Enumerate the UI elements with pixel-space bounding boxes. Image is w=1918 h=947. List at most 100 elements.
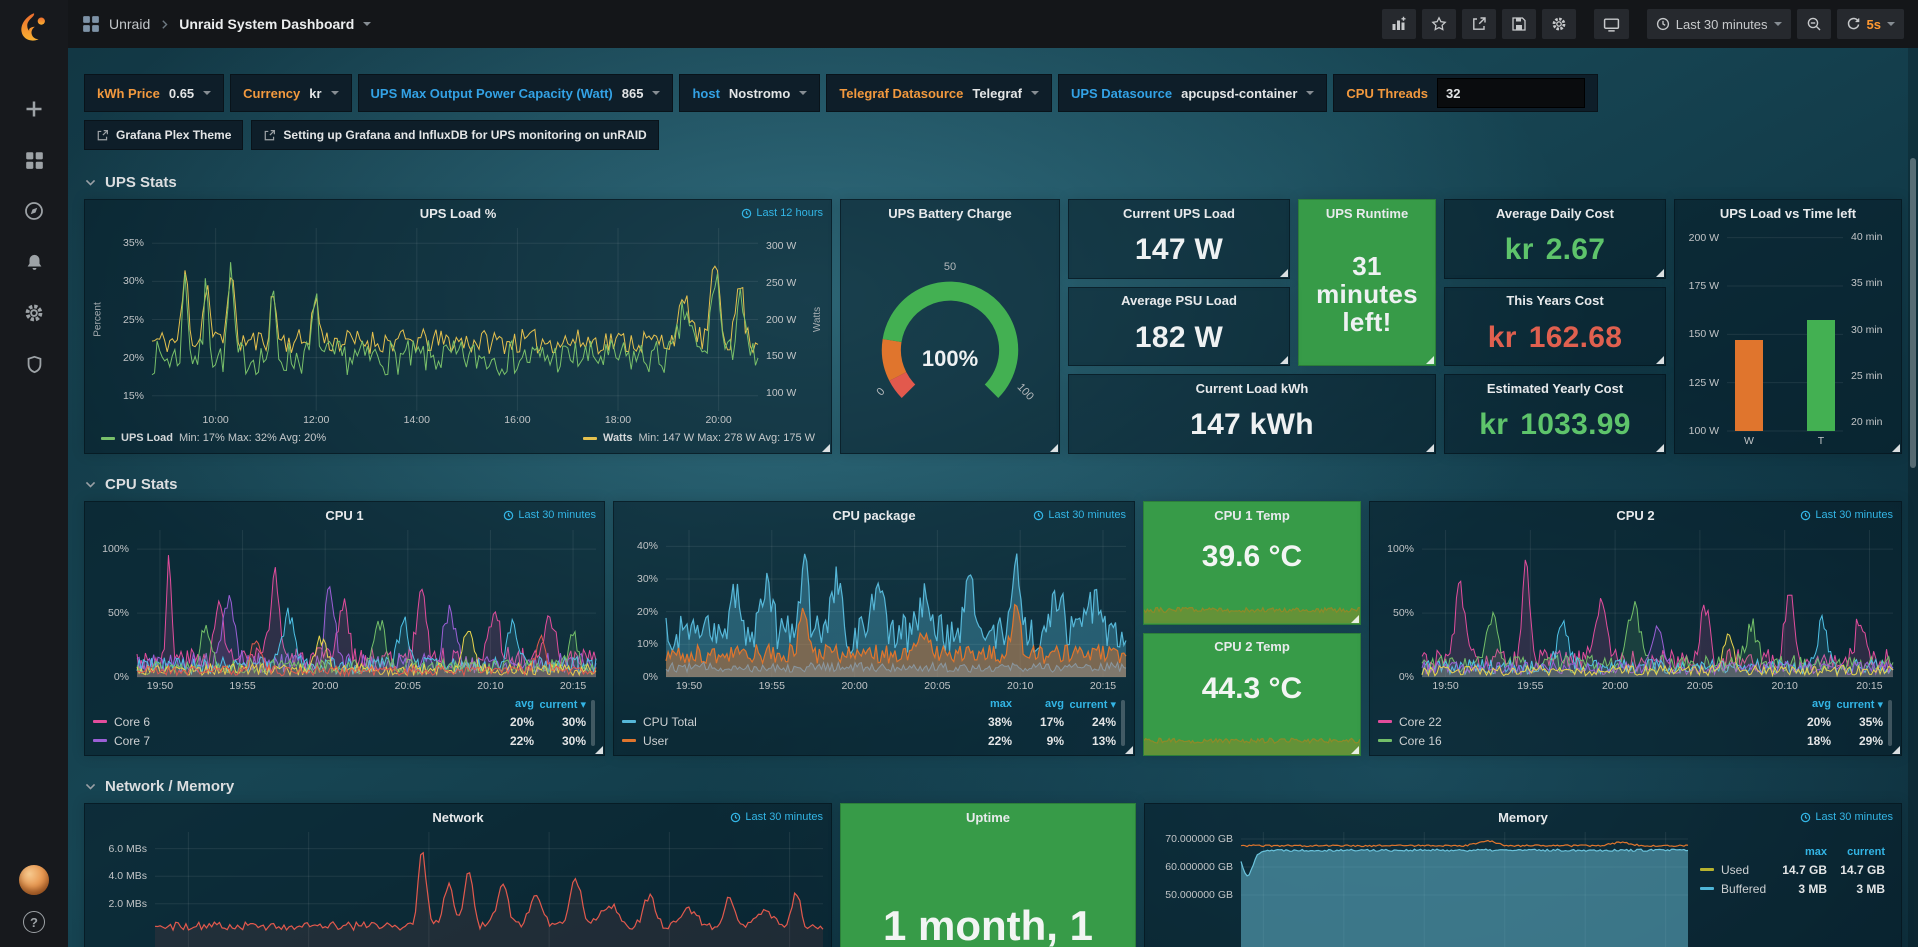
chevron-down-icon[interactable] [363,22,371,26]
panel-title[interactable]: CPU package [832,508,915,523]
explore-icon[interactable] [21,198,47,224]
refresh-button[interactable]: 5s [1837,9,1904,39]
add-panel-button[interactable] [1382,9,1416,39]
configuration-gear-icon[interactable] [21,300,47,326]
cpu-temps-column: CPU 1 Temp 39.6 °C CPU 2 Temp 44.3 °C [1143,501,1361,756]
share-dashboard-button[interactable] [1462,9,1496,39]
plot-area[interactable]: W T [1727,228,1843,431]
legend-column-header[interactable]: current [1827,846,1885,858]
variable-dropdown[interactable]: UPS Max Output Power Capacity (Watt) 865 [358,74,674,112]
variable-dropdown[interactable]: host Nostromo [679,74,820,112]
panel-title[interactable]: Network [432,810,483,825]
server-admin-shield-icon[interactable] [21,351,47,377]
panel-time-range[interactable]: Last 30 minutes [730,804,823,830]
legend-column-header[interactable]: max [960,698,1012,710]
x-axis: 19:5019:5520:0020:0520:1020:15 [1422,677,1893,694]
ups-load-chart: Percent 35%30%25%20%15% 300 W250 W200 W1… [93,228,823,428]
axis-tick-label: 20:00 [1602,680,1628,692]
bar-wrapper: T [1807,228,1835,431]
dashboard-settings-button[interactable] [1542,9,1576,39]
panel-title[interactable]: This Years Cost [1506,293,1603,308]
breadcrumb-folder[interactable]: Unraid [109,16,150,32]
panel-title[interactable]: UPS Load % [420,206,497,221]
variable-dropdown[interactable]: kWh Price 0.65 [84,74,224,112]
section-ups-stats[interactable]: UPS Stats [84,174,1902,191]
help-icon[interactable]: ? [23,911,45,933]
variable-dropdown[interactable]: Currency kr [230,74,351,112]
panel-title[interactable]: Current Load kWh [1196,381,1309,396]
series-name[interactable]: Core 6 [114,715,150,729]
panel-time-range[interactable]: Last 30 minutes [1800,804,1893,830]
plot-area[interactable] [1422,530,1893,677]
variable-dropdown[interactable]: Telegraf Datasource Telegraf [826,74,1052,112]
plot-area[interactable] [666,530,1126,677]
series-name[interactable]: Core 7 [114,734,150,748]
user-avatar[interactable] [19,865,49,895]
panel-time-range[interactable]: Last 30 minutes [503,502,596,528]
save-dashboard-button[interactable] [1502,9,1536,39]
legend-column-header[interactable]: current ▾ [534,698,586,711]
legend-column-header[interactable]: avg [482,698,534,710]
panel-title[interactable]: Memory [1498,810,1548,825]
section-cpu-stats[interactable]: CPU Stats [84,476,1902,493]
bar[interactable] [1735,340,1763,431]
zoom-out-time-button[interactable] [1797,9,1831,39]
panel-title[interactable]: CPU 2 Temp [1214,639,1290,654]
bar[interactable] [1807,320,1835,431]
dashboards-icon[interactable] [21,147,47,173]
plot-area[interactable] [155,832,823,947]
alerting-bell-icon[interactable] [21,249,47,275]
section-network-memory[interactable]: Network / Memory [84,778,1902,795]
star-dashboard-button[interactable] [1422,9,1456,39]
panel-title[interactable]: UPS Runtime [1326,206,1408,221]
series-name[interactable]: User [643,734,668,748]
chart-legend-table[interactable]: avgcurrent ▾Core 2220%35%Core 1618%29% [1378,696,1893,750]
legend-column-header[interactable]: current ▾ [1831,698,1883,711]
panel-title[interactable]: Average Daily Cost [1496,206,1614,221]
series-name[interactable]: Used [1721,863,1749,877]
panel-title[interactable]: Average PSU Load [1121,293,1237,308]
series-name[interactable]: CPU Total [643,715,697,729]
legend-column-header[interactable]: avg [1012,698,1064,710]
sidebar: ? [0,0,68,947]
plot-area[interactable] [1241,832,1688,947]
panel-title[interactable]: Uptime [966,810,1010,825]
grafana-flame-icon [16,11,52,47]
panel-time-range[interactable]: Last 12 hours [741,200,823,226]
legend-column-header[interactable]: max [1769,846,1827,858]
create-icon[interactable] [21,96,47,122]
series-name[interactable]: Core 22 [1399,715,1442,729]
legend-column-header[interactable]: current ▾ [1064,698,1116,711]
cpu-threads-input[interactable] [1437,78,1585,108]
battery-gauge: 0 50 100 100% [862,262,1038,414]
plot-area[interactable] [137,530,596,677]
panel-time-range[interactable]: Last 30 minutes [1800,502,1893,528]
series-name[interactable]: Core 16 [1399,734,1442,748]
legend-item[interactable]: UPS Load Min: 17% Max: 32% Avg: 20% [101,432,326,444]
panel-time-range[interactable]: Last 30 minutes [1033,502,1126,528]
panel-title[interactable]: UPS Battery Charge [888,206,1012,221]
panel-title[interactable]: CPU 1 Temp [1214,508,1290,523]
variable-dropdown[interactable]: UPS Datasource apcupsd-container [1058,74,1327,112]
chart-legend-table[interactable]: avgcurrent ▾Core 620%30%Core 722%30% [93,696,596,750]
refresh-interval-label[interactable]: 5s [1867,17,1881,32]
legend-item[interactable]: Watts Min: 147 W Max: 278 W Avg: 175 W [583,432,815,444]
legend-value: 22% [482,734,534,748]
dashboard-link[interactable]: Setting up Grafana and InfluxDB for UPS … [251,120,658,150]
panel-title[interactable]: UPS Load vs Time left [1720,206,1856,221]
panel-title[interactable]: CPU 1 [325,508,363,523]
chart-legend-table[interactable]: maxavgcurrent ▾CPU Total38%17%24%User22%… [622,696,1126,750]
panel-title[interactable]: Estimated Yearly Cost [1487,381,1623,396]
chart-legend-table[interactable]: maxcurrentUsed14.7 GB14.7 GBBuffered3 MB… [1688,834,1893,947]
legend-column-header[interactable]: avg [1779,698,1831,710]
page-title[interactable]: Unraid System Dashboard [179,16,354,32]
panel-title[interactable]: Current UPS Load [1123,206,1235,221]
plot-area[interactable] [152,228,758,411]
series-name[interactable]: Buffered [1721,882,1766,896]
grafana-logo[interactable] [13,8,55,50]
time-range-picker[interactable]: Last 30 minutes [1647,9,1791,39]
dashboard-link[interactable]: Grafana Plex Theme [84,120,243,150]
scrollbar-thumb[interactable] [1910,158,1916,468]
panel-title[interactable]: CPU 2 [1616,508,1654,523]
cycle-view-mode-button[interactable] [1594,9,1629,39]
